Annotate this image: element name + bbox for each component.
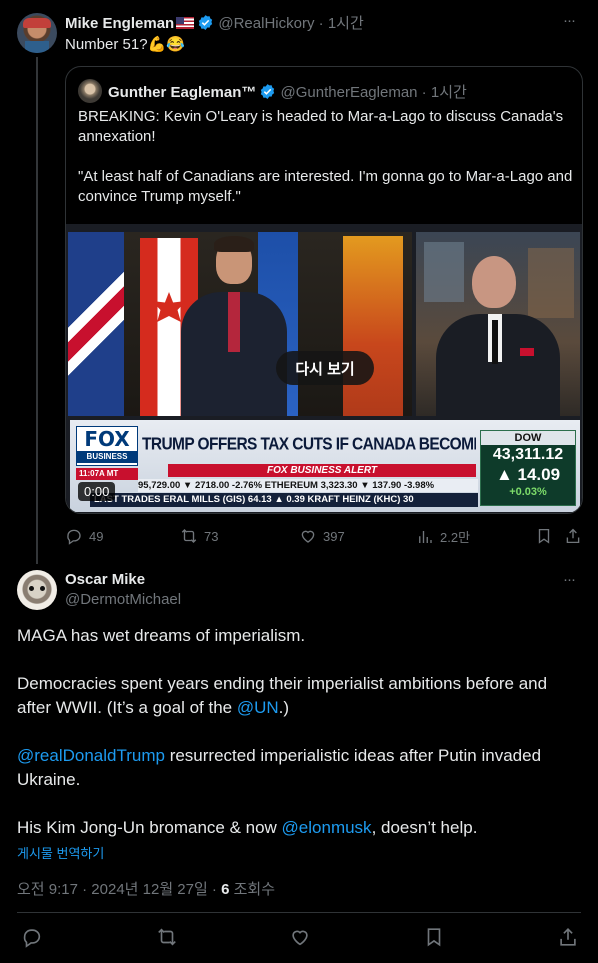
like-button[interactable]: 397 bbox=[299, 527, 345, 545]
video-right-panel bbox=[416, 232, 580, 416]
heart-icon bbox=[292, 930, 308, 946]
fox-business-logo: FOX BUSINESS bbox=[76, 426, 138, 466]
verified-badge-icon bbox=[259, 83, 276, 100]
tweet-time[interactable]: 1시간 bbox=[328, 15, 364, 32]
dow-box: DOW 43,311.12 ▲ 14.09 +0.03% bbox=[480, 430, 576, 506]
chyron: FOX BUSINESS 11:07A MT TRUMP OFFERS TAX … bbox=[70, 420, 580, 512]
translate-post-link[interactable]: 게시물 번역하기 bbox=[17, 843, 104, 862]
like-button[interactable] bbox=[289, 926, 311, 953]
clock: 11:07A MT bbox=[76, 468, 138, 480]
video-left-panel bbox=[68, 232, 412, 416]
analytics-icon bbox=[419, 530, 432, 543]
views-button[interactable]: 2.2만 bbox=[416, 527, 470, 546]
author-handle[interactable]: @RealHickory bbox=[218, 15, 314, 32]
author-handle[interactable]: @DermotMichael bbox=[65, 591, 181, 608]
share-icon bbox=[560, 928, 576, 946]
mention-un[interactable]: @UN bbox=[237, 698, 279, 717]
share-button[interactable] bbox=[557, 926, 579, 953]
ticker-2: LAST TRADES ERAL MILLS (GIS) 64.13 ▲ 0.3… bbox=[90, 493, 478, 507]
tweet1-actions: 49 73 397 2.2만 bbox=[65, 527, 583, 547]
author-name[interactable]: Oscar Mike bbox=[65, 571, 145, 588]
ticker-1: 95,729.00 ▼ 2718.00 -2.76% ETHEREUM 3,32… bbox=[138, 479, 478, 492]
verified-badge-icon bbox=[197, 14, 214, 31]
tweet-timestamp: 오전 9:17 · 2024년 12월 27일 · 6 조회수 bbox=[17, 881, 276, 898]
retweet-button[interactable] bbox=[156, 926, 178, 953]
thread-line bbox=[36, 57, 38, 564]
bookmark-icon bbox=[427, 928, 441, 947]
alert-strip: FOX BUSINESS ALERT bbox=[168, 464, 476, 477]
avatar-oscar-mike[interactable] bbox=[17, 570, 57, 610]
divider bbox=[17, 912, 581, 913]
quoted-text-1: BREAKING: Kevin O'Leary is headed to Mar… bbox=[78, 108, 564, 145]
retweet-count: 73 bbox=[204, 528, 219, 544]
tweet2-para-3: @realDonaldTrump resurrected imperialist… bbox=[17, 746, 542, 789]
heart-icon bbox=[301, 530, 315, 543]
reply-button[interactable] bbox=[21, 926, 43, 953]
tweet2-para-4: His Kim Jong-Un bromance & now @elonmusk… bbox=[17, 818, 478, 837]
reply-button[interactable]: 49 bbox=[65, 527, 103, 545]
retweet-icon bbox=[158, 928, 176, 946]
reply-icon bbox=[67, 529, 81, 545]
avatar-mike-engleman[interactable] bbox=[17, 13, 57, 53]
share-icon bbox=[566, 528, 580, 544]
tweet1-header: Mike Engleman @RealHickory · 1시간 bbox=[65, 14, 364, 32]
more-options-icon[interactable]: ··· bbox=[563, 12, 576, 29]
replay-label: 다시 보기 bbox=[295, 360, 355, 378]
quoted-text-2: "At least half of Canadians are interest… bbox=[78, 168, 573, 205]
reply-icon bbox=[23, 929, 41, 948]
avatar-gunther-eagleman bbox=[78, 79, 102, 103]
chyron-headline: TRUMP OFFERS TAX CUTS IF CANADA BECOMES … bbox=[142, 434, 476, 455]
tweet-text: Number 51?💪😂 bbox=[65, 36, 185, 53]
more-options-icon[interactable]: ··· bbox=[563, 571, 576, 588]
views-count: 2.2만 bbox=[440, 530, 471, 545]
retweet-button[interactable]: 73 bbox=[180, 527, 218, 545]
tweet2-para-1: MAGA has wet dreams of imperialism. bbox=[17, 626, 306, 645]
replay-button[interactable]: 다시 보기 bbox=[276, 351, 374, 385]
like-count: 397 bbox=[323, 528, 345, 544]
us-flag-icon bbox=[176, 17, 195, 29]
quoted-tweet-card[interactable]: Gunther Eagleman™ @GuntherEagleman · 1시간… bbox=[65, 66, 583, 514]
video-time-label: 0:00 bbox=[78, 482, 116, 501]
author-name[interactable]: Mike Engleman bbox=[65, 15, 174, 32]
mention-realdonaldtrump[interactable]: @realDonaldTrump bbox=[17, 746, 165, 765]
reply-count: 49 bbox=[89, 528, 104, 544]
bookmark-button[interactable] bbox=[535, 527, 553, 545]
bookmark-button[interactable] bbox=[423, 926, 445, 953]
bookmark-icon bbox=[538, 528, 550, 544]
quoted-author-handle: @GuntherEagleman bbox=[280, 84, 418, 101]
retweet-icon bbox=[181, 529, 197, 543]
video-player[interactable]: 다시 보기 FOX BUSINESS 11:07A MT TRUMP OFFER… bbox=[66, 224, 582, 513]
mention-elonmusk[interactable]: @elonmusk bbox=[282, 818, 372, 837]
quoted-author-name: Gunther Eagleman™ bbox=[108, 84, 257, 101]
quoted-time: 1시간 bbox=[430, 84, 467, 101]
tweet2-para-2: Democracies spent years ending their imp… bbox=[17, 674, 548, 717]
share-button[interactable] bbox=[564, 527, 582, 545]
